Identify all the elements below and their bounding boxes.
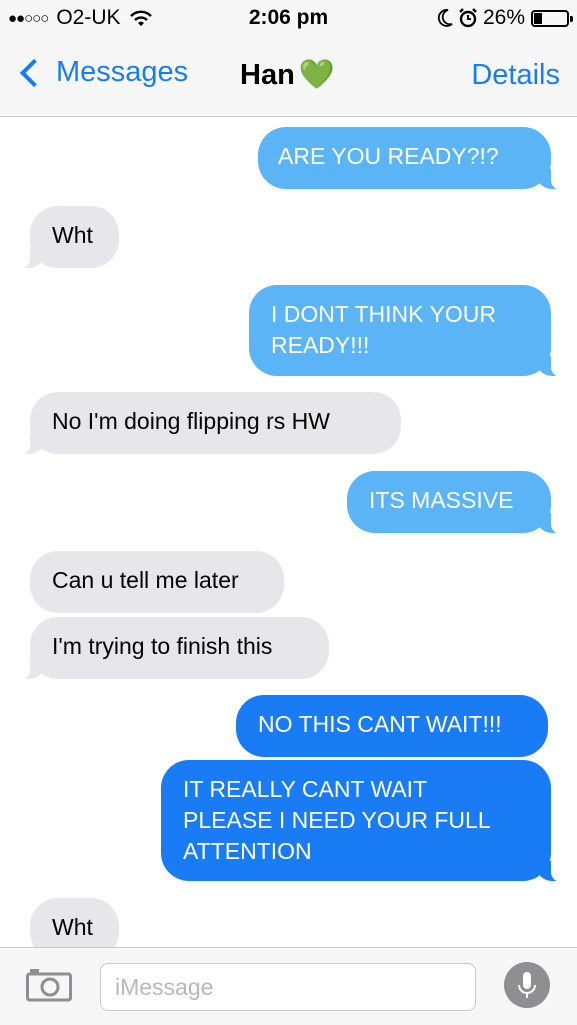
conversation-title[interactable]: Han 💚 — [240, 58, 335, 92]
status-right: 26% — [437, 6, 573, 30]
back-label: Messages — [56, 56, 189, 88]
message-text: Wht — [52, 914, 93, 940]
message-bubble-received[interactable]: Wht — [18, 206, 119, 269]
status-bar: ●●○○○ O2-UK 2:06 pm 26% — [0, 0, 577, 38]
message-text: No I'm doing flipping rs HW — [52, 408, 330, 434]
compose-bar: iMessage — [0, 947, 577, 1025]
message-text: I'm trying to finish this — [52, 633, 273, 659]
message-text: ARE YOU READY?!? — [278, 143, 499, 169]
navigation-bar: Messages Han 💚 Details — [0, 38, 577, 117]
message-bubble-received[interactable]: Can u tell me later — [30, 551, 284, 613]
message-bubble-received[interactable]: No I'm doing flipping rs HW — [18, 392, 401, 455]
message-bubble-sent[interactable]: ITS MASSIVE — [347, 471, 563, 534]
message-bubble-sent[interactable]: NO THIS CANT WAIT!!! — [236, 695, 548, 757]
message-input[interactable]: iMessage — [100, 963, 476, 1011]
back-button[interactable]: Messages — [14, 56, 188, 89]
details-button[interactable]: Details — [471, 59, 560, 92]
message-text: NO THIS CANT WAIT!!! — [258, 711, 502, 737]
message-text: Wht — [52, 222, 93, 248]
message-bubble-sent[interactable]: IT REALLY CANT WAIT PLEASE I NEED YOUR F… — [161, 760, 563, 882]
message-bubble-received[interactable]: I'm trying to finish this — [18, 617, 329, 680]
message-text: ITS MASSIVE — [369, 487, 514, 513]
message-thread[interactable]: ARE YOU READY?!? Wht I DONT THINK YOUR R… — [0, 117, 577, 960]
moon-icon — [437, 9, 453, 27]
battery-level — [534, 12, 542, 24]
battery-icon — [531, 9, 573, 27]
message-bubble-sent[interactable]: ARE YOU READY?!? — [258, 127, 563, 190]
back-chevron-icon — [19, 58, 49, 87]
message-text: IT REALLY CANT WAIT PLEASE I NEED YOUR F… — [183, 776, 491, 864]
message-text: I DONT THINK YOUR READY!!! — [271, 301, 496, 358]
microphone-icon — [518, 972, 536, 998]
message-bubble-sent[interactable]: I DONT THINK YOUR READY!!! — [249, 285, 563, 377]
battery-percent: 26% — [482, 6, 525, 29]
microphone-button[interactable] — [504, 962, 550, 1008]
green-heart-emoji: 💚 — [298, 59, 335, 91]
contact-name: Han — [240, 58, 295, 91]
camera-icon[interactable] — [26, 968, 72, 1002]
alarm-icon — [459, 8, 477, 28]
message-text: Can u tell me later — [52, 567, 239, 593]
